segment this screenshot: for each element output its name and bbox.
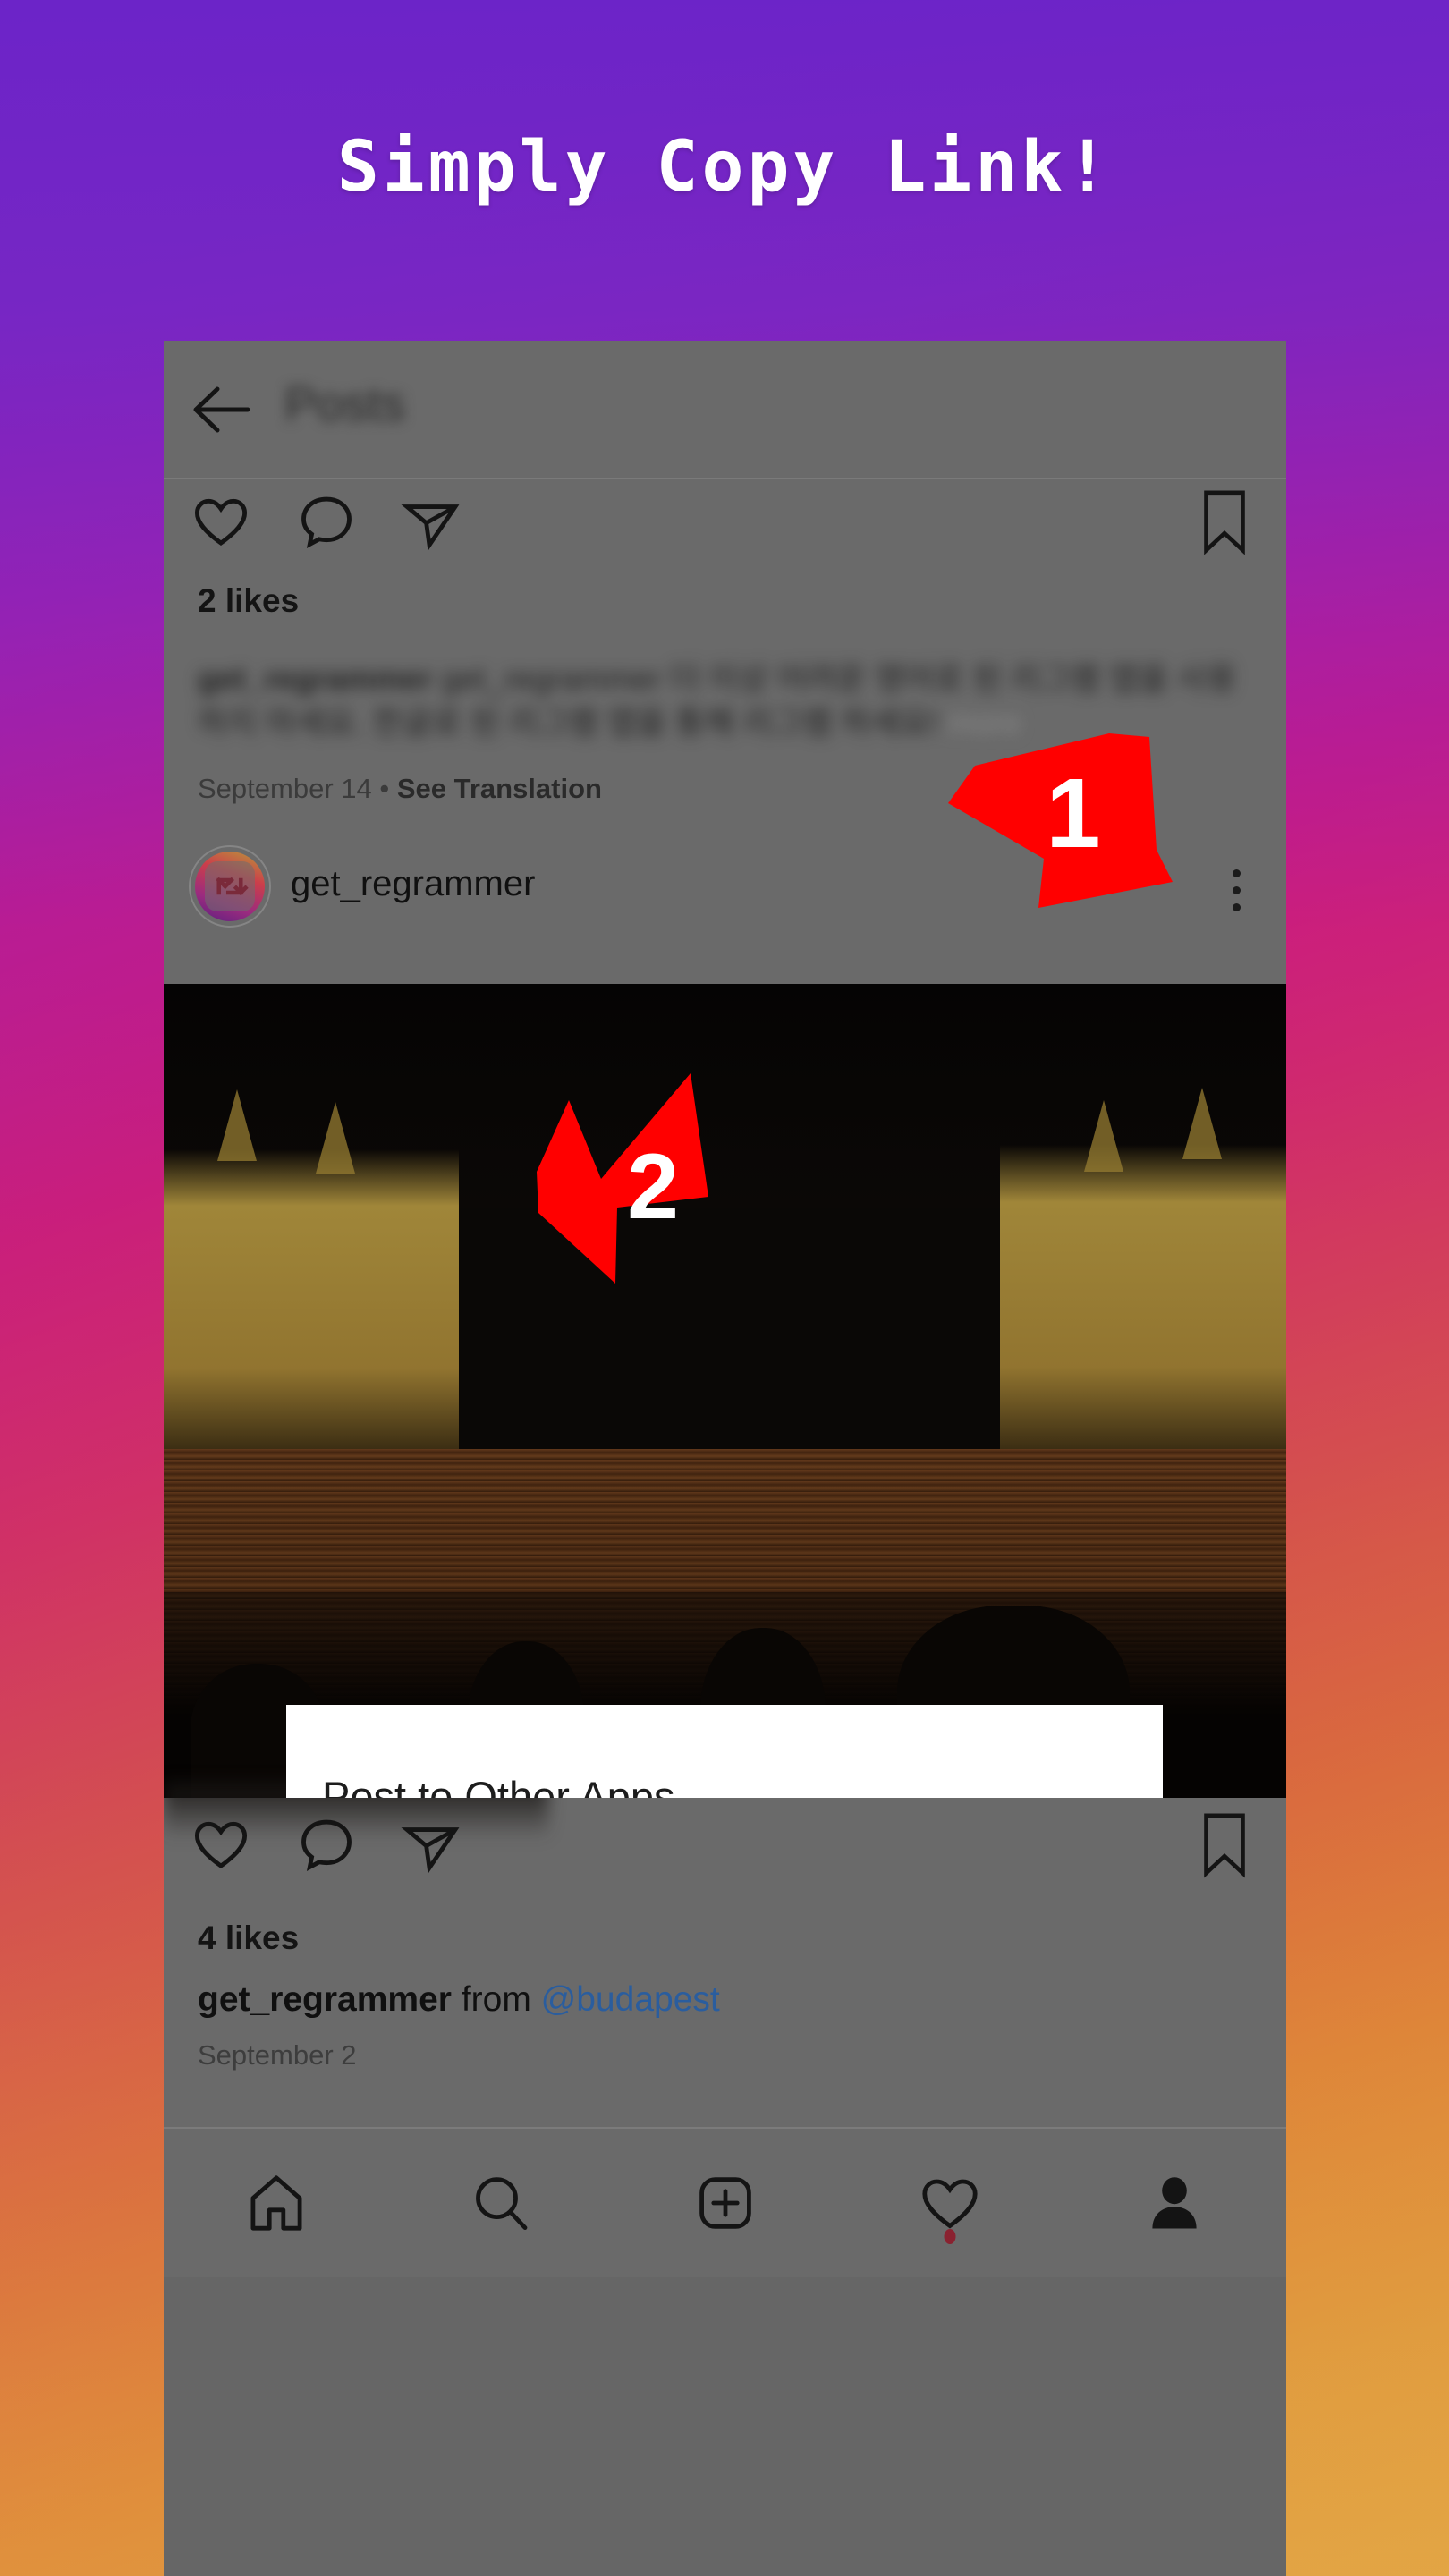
back-arrow-icon[interactable] [192, 384, 251, 436]
share-icon[interactable] [401, 491, 462, 552]
annotation-number: 1 [1046, 758, 1101, 869]
caption-username: get_regrammer [198, 660, 433, 697]
nav-item-search[interactable] [447, 2158, 555, 2248]
comment-icon[interactable] [296, 1814, 357, 1875]
post-meta: 4 likes get_regrammer from @budapest Sep… [164, 1903, 1286, 2127]
post-date-row: September 14 • See Translation [198, 773, 602, 805]
kebab-dot [1233, 903, 1241, 911]
kebab-menu-icon[interactable] [1233, 869, 1243, 920]
post-options-menu: Post to Other Apps... Copy Link Archive … [286, 1705, 1163, 1798]
photo-spire [1182, 1088, 1222, 1159]
nav-item-profile[interactable] [1121, 2158, 1228, 2248]
home-icon [244, 2171, 309, 2235]
nav-item-activity[interactable] [896, 2158, 1004, 2248]
heart-icon[interactable] [191, 1814, 251, 1875]
caption-source-mention[interactable]: @budapest [541, 1980, 720, 2019]
annotation-arrow-2: 2 [537, 1073, 823, 1333]
share-icon[interactable] [401, 1814, 462, 1875]
post-date: September 2 [198, 2039, 357, 2071]
bottom-nav-bar [164, 2129, 1286, 2277]
date-separator: • [379, 773, 397, 804]
see-translation-link[interactable]: See Translation [397, 773, 602, 804]
photo-building-right [1000, 1145, 1286, 1462]
phone-screenshot: Posts 2 likes get_regrammer get_regramme… [164, 341, 1286, 2576]
app-topbar: Posts [164, 341, 1286, 479]
post-caption: get_regrammer from @budapest [198, 1980, 720, 2020]
menu-item-post-to-other-apps[interactable]: Post to Other Apps... [286, 1744, 1163, 1798]
photo-spire [316, 1102, 355, 1174]
photo-building-left [164, 1149, 459, 1462]
nav-item-add[interactable] [672, 2158, 779, 2248]
annotation-number: 2 [627, 1135, 679, 1239]
photo-spire [1084, 1100, 1123, 1172]
post-date: September 14 [198, 773, 372, 804]
caption-from-word: from [461, 1980, 531, 2019]
likes-count: 2 likes [198, 582, 300, 619]
comment-icon[interactable] [296, 491, 357, 552]
kebab-dot [1233, 886, 1241, 894]
heart-icon[interactable] [191, 491, 251, 552]
author-username[interactable]: get_regrammer [291, 864, 535, 904]
topbar-title: Posts [284, 377, 406, 431]
page-title: Simply Copy Link! [336, 127, 1113, 208]
kebab-dot [1233, 869, 1241, 877]
plus-square-icon [693, 2171, 758, 2235]
avatar[interactable] [195, 852, 265, 921]
post-action-row [164, 479, 1286, 577]
regram-repost-icon [205, 861, 255, 911]
search-icon [469, 2171, 533, 2235]
photo-spire [217, 1089, 257, 1161]
person-icon [1142, 2171, 1207, 2235]
post-action-row [164, 1784, 1286, 1903]
likes-count: 4 likes [198, 1919, 300, 1956]
annotation-arrow-1: 1 [926, 724, 1221, 917]
caption-username[interactable]: get_regrammer [198, 1980, 452, 2019]
bookmark-icon[interactable] [1197, 1810, 1252, 1878]
heart-icon [918, 2171, 982, 2235]
bookmark-icon[interactable] [1197, 487, 1252, 555]
notification-badge-dot [944, 2229, 955, 2244]
nav-item-home[interactable] [223, 2158, 330, 2248]
